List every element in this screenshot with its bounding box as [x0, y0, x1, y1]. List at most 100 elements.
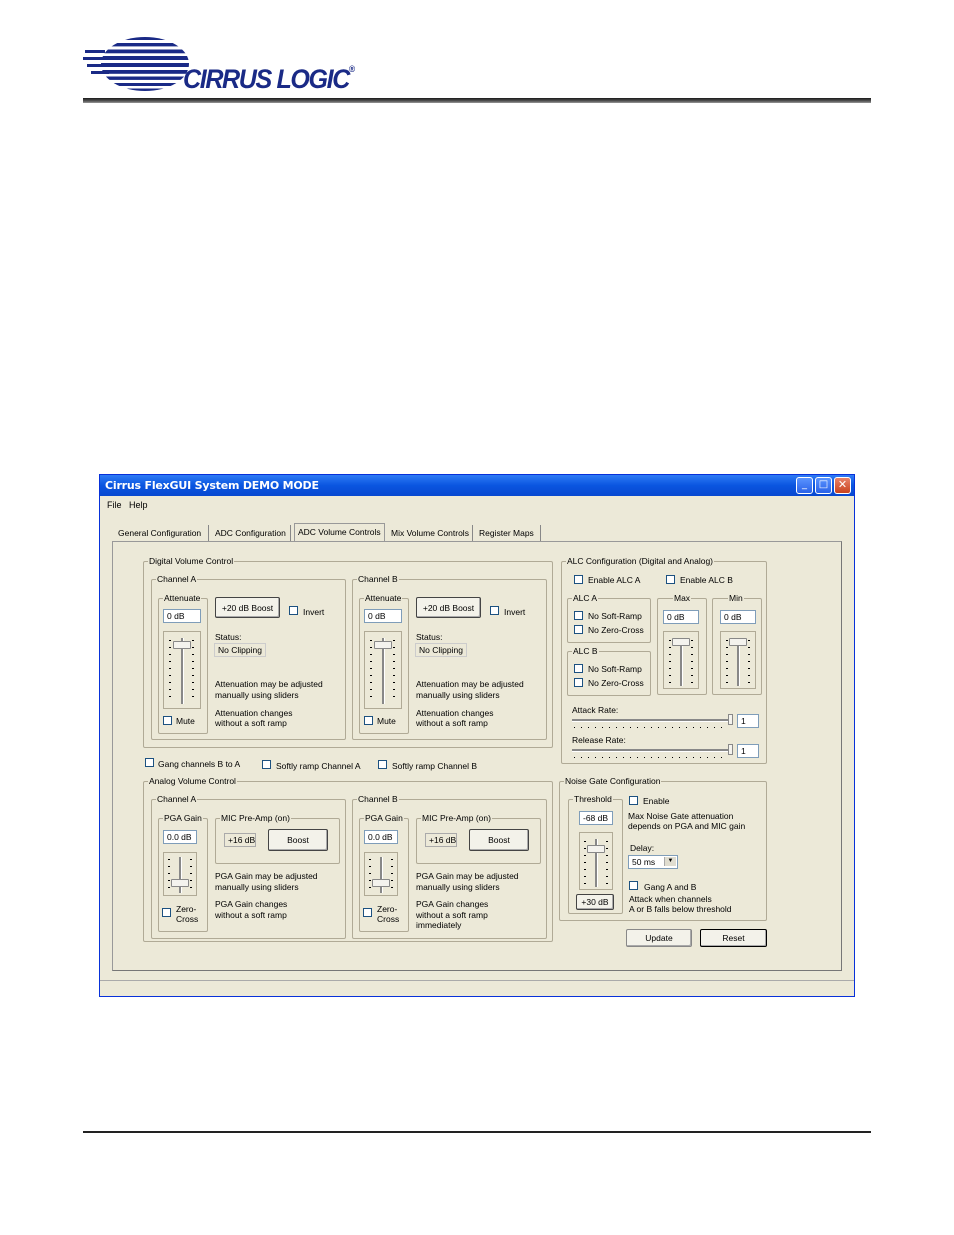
- pga-b-group: PGA Gain 0.0 dB Zero- Cross: [359, 813, 409, 932]
- threshold-slider[interactable]: [579, 832, 613, 890]
- noise-gate-group: Noise Gate Configuration Threshold -68 d…: [559, 776, 767, 921]
- maximize-button[interactable]: □: [815, 477, 832, 494]
- zero-cross-a-checkbox[interactable]: [162, 908, 171, 917]
- window-title: Cirrus FlexGUI System DEMO MODE: [105, 479, 319, 492]
- invert-b-checkbox[interactable]: [490, 606, 499, 615]
- boost-b-button[interactable]: +20 dB Boost: [416, 597, 481, 618]
- note-b-1b: manually using sliders: [416, 690, 500, 700]
- alc-b-zero-cross-checkbox[interactable]: [574, 678, 583, 687]
- attenuate-a-field[interactable]: 0 dB: [163, 609, 201, 623]
- mute-b-checkbox[interactable]: [364, 716, 373, 725]
- pga-note-b-2c: immediately: [416, 920, 462, 930]
- tab-register-maps[interactable]: Register Maps: [476, 525, 541, 541]
- status-b-value: No Clipping: [415, 643, 467, 657]
- note-a-2b: without a soft ramp: [215, 718, 287, 728]
- release-rate-field[interactable]: 1: [737, 744, 759, 758]
- soft-ramp-b-checkbox[interactable]: [378, 760, 387, 769]
- release-rate-slider-thumb[interactable]: [728, 744, 733, 755]
- analog-channel-b: Channel B PGA Gain 0.0 dB Zero- Cross MI…: [352, 794, 547, 939]
- threshold-boost-button[interactable]: +30 dB: [576, 894, 614, 910]
- mute-a-label: Mute: [176, 716, 195, 726]
- alc-a-zero-cross-checkbox[interactable]: [574, 625, 583, 634]
- soft-ramp-a-checkbox[interactable]: [262, 760, 271, 769]
- delay-select[interactable]: 50 ms ▼: [628, 855, 678, 869]
- tab-strip: General Configuration ADC Configuration …: [100, 523, 854, 543]
- mute-a-checkbox[interactable]: [163, 716, 172, 725]
- note-a-1a: Attenuation may be adjusted: [215, 679, 323, 689]
- alc-b-soft-ramp-checkbox[interactable]: [574, 664, 583, 673]
- noise-gate-enable-checkbox[interactable]: [629, 796, 638, 805]
- pga-a-slider-thumb[interactable]: [171, 879, 189, 887]
- pga-a-field[interactable]: 0.0 dB: [163, 830, 197, 844]
- minimize-button[interactable]: _: [796, 477, 813, 494]
- invert-a-checkbox[interactable]: [289, 606, 298, 615]
- alc-min-slider[interactable]: [720, 631, 756, 689]
- invert-a-label: Invert: [303, 607, 325, 617]
- enable-alc-b-checkbox[interactable]: [666, 575, 675, 584]
- mic-preamp-b-label: MIC Pre-Amp (on): [421, 813, 492, 823]
- header-rule: [83, 98, 871, 103]
- alc-min-field[interactable]: 0 dB: [720, 610, 756, 624]
- pga-a-slider[interactable]: [163, 852, 197, 896]
- alc-max-field[interactable]: 0 dB: [663, 610, 699, 624]
- zero-cross-b-checkbox[interactable]: [363, 908, 372, 917]
- invert-b-label: Invert: [504, 607, 526, 617]
- alc-max-slider-thumb[interactable]: [672, 638, 690, 646]
- zero-cross-b-label2: Cross: [377, 914, 400, 924]
- threshold-label: Threshold: [573, 794, 613, 804]
- menu-help[interactable]: Help: [129, 500, 148, 510]
- attack-rate-slider[interactable]: [572, 714, 733, 730]
- gang-ab-checkbox[interactable]: [629, 881, 638, 890]
- attenuate-a-group: Attenuate 0 dB Mute: [158, 593, 208, 734]
- close-button[interactable]: ✕: [834, 477, 851, 494]
- release-rate-slider[interactable]: [572, 744, 733, 760]
- alc-min-slider-thumb[interactable]: [729, 638, 747, 646]
- tab-general-configuration[interactable]: General Configuration: [115, 525, 209, 541]
- reset-button[interactable]: Reset: [700, 929, 767, 947]
- mute-b-label: Mute: [377, 716, 396, 726]
- pga-b-field[interactable]: 0.0 dB: [364, 830, 398, 844]
- update-button[interactable]: Update: [626, 929, 692, 947]
- tab-adc-volume-controls[interactable]: ADC Volume Controls: [294, 523, 385, 541]
- pga-a-label: PGA Gain: [163, 813, 203, 823]
- alc-a-label: ALC A: [572, 593, 599, 603]
- delay-select-value: 50 ms: [632, 857, 656, 867]
- title-bar[interactable]: Cirrus FlexGUI System DEMO MODE _ □ ✕: [100, 475, 854, 496]
- attack-rate-field[interactable]: 1: [737, 714, 759, 728]
- zero-cross-a-label1: Zero-: [176, 904, 197, 914]
- gang-channels-checkbox[interactable]: [145, 758, 154, 767]
- logo-globe-icon: [83, 37, 189, 91]
- alc-b-group: ALC B No Soft-Ramp No Zero-Cross: [567, 646, 651, 696]
- pga-b-slider[interactable]: [364, 852, 398, 896]
- boost-a-button[interactable]: +20 dB Boost: [215, 597, 280, 618]
- status-bar: [100, 980, 854, 997]
- enable-alc-b-label: Enable ALC B: [680, 575, 733, 585]
- tab-adc-configuration[interactable]: ADC Configuration: [212, 525, 291, 541]
- menu-file[interactable]: File: [107, 500, 122, 510]
- alc-max-group: Max 0 dB: [657, 593, 707, 695]
- pga-note-b-2a: PGA Gain changes: [416, 899, 489, 909]
- attenuate-b-slider-thumb[interactable]: [374, 641, 392, 649]
- attack-rate-slider-thumb[interactable]: [728, 714, 733, 725]
- threshold-field[interactable]: -68 dB: [579, 811, 613, 825]
- enable-alc-a-checkbox[interactable]: [574, 575, 583, 584]
- menu-bar: File Help: [100, 496, 854, 514]
- attenuate-a-slider-thumb[interactable]: [173, 641, 191, 649]
- pga-b-slider-thumb[interactable]: [372, 879, 390, 887]
- alc-min-group: Min 0 dB: [712, 593, 762, 695]
- logo-wordmark: CIRRUS LOGIC®: [183, 64, 356, 94]
- attenuate-a-slider[interactable]: [163, 631, 201, 709]
- attenuate-b-slider[interactable]: [364, 631, 402, 709]
- mic-boost-a-button[interactable]: Boost: [268, 829, 328, 851]
- alc-a-soft-ramp-checkbox[interactable]: [574, 611, 583, 620]
- chevron-down-icon[interactable]: ▼: [664, 857, 676, 866]
- alc-a-zero-cross-label: No Zero-Cross: [588, 625, 644, 635]
- alc-max-slider[interactable]: [663, 631, 699, 689]
- attenuate-b-field[interactable]: 0 dB: [364, 609, 402, 623]
- analog-channel-a-label: Channel A: [156, 794, 198, 804]
- threshold-slider-thumb[interactable]: [587, 845, 605, 853]
- attack-note-2: A or B falls below threshold: [629, 904, 732, 914]
- tab-mix-volume-controls[interactable]: Mix Volume Controls: [388, 525, 473, 541]
- alc-config-group: ALC Configuration (Digital and Analog) E…: [561, 556, 767, 764]
- mic-boost-b-button[interactable]: Boost: [469, 829, 529, 851]
